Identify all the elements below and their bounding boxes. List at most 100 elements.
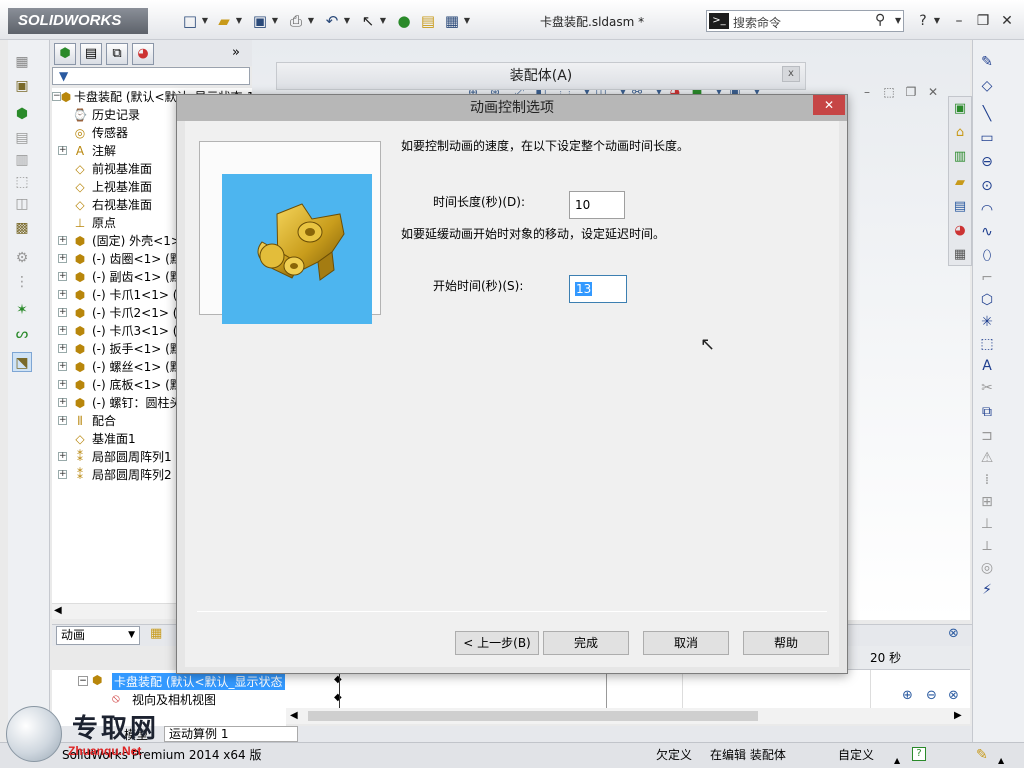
chevron-down-icon[interactable]: ▼ bbox=[128, 627, 135, 644]
convert-entities-icon[interactable]: ⧉ bbox=[977, 402, 997, 422]
chevron-down-icon[interactable]: ▼ bbox=[235, 15, 243, 27]
fillet-icon[interactable]: ⌐ bbox=[977, 268, 997, 288]
polygon-icon[interactable]: ⬡ bbox=[977, 290, 997, 310]
key-point-icon[interactable]: ◆ bbox=[334, 674, 342, 685]
display-manager-tab-icon[interactable]: ◕ bbox=[132, 43, 154, 65]
tree-expand-toggle[interactable]: + bbox=[58, 236, 67, 245]
rectangle-icon[interactable]: ▭ bbox=[977, 128, 997, 148]
centerline-icon[interactable]: ⬚ bbox=[977, 334, 997, 354]
calculate-icon[interactable]: ▦ bbox=[150, 626, 170, 644]
tree-expand-toggle[interactable]: + bbox=[58, 416, 67, 425]
chevron-up-icon[interactable]: ▲ bbox=[894, 749, 900, 768]
tree-expand-toggle[interactable]: + bbox=[58, 290, 67, 299]
open-folder-icon[interactable]: ▰ bbox=[214, 11, 234, 31]
chevron-down-icon[interactable]: ▼ bbox=[343, 15, 351, 27]
offset-icon[interactable]: ⊐ bbox=[977, 426, 997, 446]
feature-tree-tab-icon[interactable]: ⬢ bbox=[54, 43, 76, 65]
tree-filter-icon[interactable]: ▼ bbox=[52, 67, 250, 85]
appearances-icon[interactable]: ◕ bbox=[950, 221, 970, 241]
time-bar[interactable] bbox=[606, 670, 607, 708]
app-logo[interactable]: SOLIDWORKS bbox=[8, 8, 148, 34]
sketch-icon[interactable]: ✎ bbox=[977, 52, 997, 72]
zoom-out-icon[interactable]: ⊖ bbox=[926, 688, 937, 703]
tree-expand-toggle[interactable]: + bbox=[58, 308, 67, 317]
tree-expand-toggle[interactable]: + bbox=[58, 146, 67, 155]
scroll-left-icon[interactable]: ◀ bbox=[54, 605, 62, 616]
search-results-icon[interactable]: ▤ bbox=[950, 197, 970, 217]
help-icon[interactable]: ? bbox=[912, 747, 926, 761]
spline-icon[interactable]: ∿ bbox=[977, 222, 997, 242]
motion-tree-expand[interactable]: − bbox=[78, 676, 88, 686]
slot-icon[interactable]: ⊖ bbox=[977, 152, 997, 172]
start-time-input[interactable]: 13 bbox=[569, 275, 627, 303]
tree-expand-toggle[interactable]: + bbox=[58, 272, 67, 281]
minimize-icon[interactable]: – bbox=[950, 12, 968, 30]
help-button[interactable]: 帮助 bbox=[743, 631, 829, 655]
move-component-icon[interactable]: ⬚ bbox=[12, 172, 32, 192]
scrollbar-thumb[interactable] bbox=[308, 711, 758, 721]
tree-expand-toggle[interactable]: + bbox=[58, 470, 67, 479]
viewport-close-icon[interactable]: ✕ bbox=[924, 84, 942, 100]
chevron-down-icon[interactable]: ▼ bbox=[895, 16, 901, 25]
viewport-tile-icon[interactable]: ⬚ bbox=[880, 84, 898, 100]
smart-dimension-icon[interactable]: ◇ bbox=[977, 76, 997, 96]
assembly-window-close-icon[interactable]: x bbox=[782, 66, 800, 82]
chevron-down-icon[interactable]: ▼ bbox=[271, 15, 279, 27]
chevron-up-icon[interactable]: ▲ bbox=[998, 749, 1004, 768]
tree-expand-toggle[interactable]: + bbox=[58, 452, 67, 461]
finish-button[interactable]: 完成 bbox=[543, 631, 629, 655]
zoom-fit-icon[interactable]: ⊗ bbox=[948, 688, 959, 703]
property-manager-tab-icon[interactable]: ▤ bbox=[80, 43, 102, 65]
key-point-icon[interactable]: ◆ bbox=[334, 692, 342, 703]
new-motion-study-icon[interactable]: ⋮ bbox=[12, 272, 32, 292]
viewport-minimize-icon[interactable]: – bbox=[858, 84, 876, 100]
expand-tabs-icon[interactable]: » bbox=[232, 45, 240, 60]
rebuild-icon[interactable]: ● bbox=[394, 11, 414, 31]
tree-expand-toggle[interactable]: + bbox=[58, 362, 67, 371]
scroll-right-icon[interactable]: ▶ bbox=[954, 710, 962, 721]
study-type-select[interactable]: 动画 ▼ bbox=[56, 626, 140, 645]
explode-line-icon[interactable]: ᔕ bbox=[12, 324, 32, 344]
undo-icon[interactable]: ↶ bbox=[322, 11, 342, 31]
show-hidden-icon[interactable]: ◫ bbox=[12, 194, 32, 214]
rapid-sketch-icon[interactable]: ⚡ bbox=[977, 580, 997, 600]
chevron-down-icon[interactable]: ▼ bbox=[463, 15, 471, 27]
linear-pattern-icon[interactable]: ▤ bbox=[12, 128, 32, 148]
point-icon[interactable]: ✳ bbox=[977, 312, 997, 332]
instant3d-icon[interactable]: ⬔ bbox=[12, 352, 32, 372]
timeline-ruler[interactable]: 20 秒 bbox=[848, 646, 970, 670]
rebuild-status-icon[interactable]: ✎ bbox=[976, 743, 988, 767]
tree-expand-toggle[interactable]: + bbox=[58, 380, 67, 389]
add-relation-icon[interactable]: ⊥ bbox=[977, 514, 997, 534]
ellipse-icon[interactable]: ⬯ bbox=[977, 246, 997, 266]
custom-properties-icon[interactable]: ▦ bbox=[950, 245, 970, 265]
mate-icon[interactable]: ⬢ bbox=[12, 104, 32, 124]
configuration-manager-tab-icon[interactable]: ⧉ bbox=[106, 43, 128, 65]
arc-icon[interactable]: ◠ bbox=[977, 200, 997, 220]
new-document-icon[interactable]: □ bbox=[180, 11, 200, 31]
tab-motion-study-1[interactable]: 运动算例 1 bbox=[164, 726, 298, 742]
design-library-icon[interactable]: ▥ bbox=[950, 147, 970, 167]
motion-timeline[interactable]: ◆ ◆ ⊕ ⊖ ⊗ bbox=[286, 670, 970, 708]
timeline-scrollbar[interactable]: ◀ ▶ bbox=[286, 708, 970, 724]
view-palette-icon[interactable]: ▣ bbox=[950, 99, 970, 119]
explode-view-icon[interactable]: ✶ bbox=[12, 300, 32, 320]
tree-expand-toggle[interactable]: + bbox=[58, 326, 67, 335]
units-selector[interactable]: 自定义 bbox=[838, 743, 874, 767]
restore-icon[interactable]: ❐ bbox=[974, 12, 992, 30]
close-icon[interactable]: ✕ bbox=[998, 12, 1016, 30]
reference-geometry-icon[interactable]: ⚙ bbox=[12, 248, 32, 268]
tree-expand-toggle[interactable]: + bbox=[58, 344, 67, 353]
motion-tree-camera-view[interactable]: 视向及相机视图 bbox=[132, 691, 216, 708]
dialog-close-icon[interactable]: ✕ bbox=[813, 95, 845, 115]
mirror-icon[interactable]: ⚠ bbox=[977, 448, 997, 468]
select-arrow-icon[interactable]: ↖ bbox=[358, 11, 378, 31]
scroll-left-icon[interactable]: ◀ bbox=[290, 710, 298, 721]
search-box[interactable]: >_ 搜索命令 ⚲ ▼ bbox=[706, 10, 904, 32]
trim-icon[interactable]: ✂ bbox=[977, 378, 997, 398]
insert-component-icon[interactable]: ▦ bbox=[12, 52, 32, 72]
circle-icon[interactable]: ⊙ bbox=[977, 176, 997, 196]
collapse-motion-manager-icon[interactable]: ⊗ bbox=[948, 626, 966, 644]
help-icon[interactable]: ? bbox=[914, 12, 932, 30]
print-icon[interactable]: ⎙ bbox=[286, 11, 306, 31]
